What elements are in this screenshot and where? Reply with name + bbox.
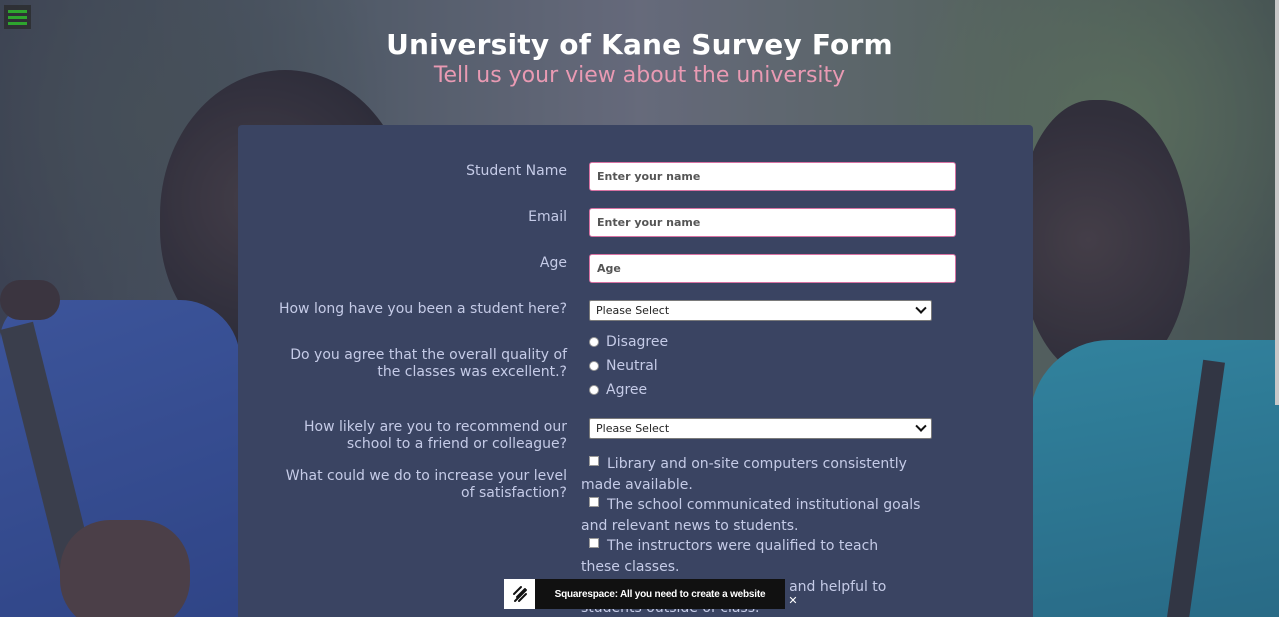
quality-label: Do you agree that the overall quality of…	[290, 347, 567, 380]
student-name-label: Student Name	[466, 163, 567, 179]
page: University of Kane Survey Form Tell us y…	[0, 0, 1279, 617]
improve-option-communication[interactable]: The school communicated institutional go…	[581, 495, 921, 537]
quality-option-disagree[interactable]: Disagree	[589, 334, 668, 350]
email-input[interactable]	[589, 208, 956, 237]
chevron-down-icon	[915, 302, 927, 314]
page-title: University of Kane Survey Form	[386, 28, 893, 61]
quality-option-label: Disagree	[606, 334, 669, 350]
student-name-input[interactable]	[589, 162, 956, 191]
improve-option-instructors[interactable]: The instructors were qualified to teach …	[581, 536, 921, 578]
recommend-label: How likely are you to recommend our scho…	[303, 419, 567, 452]
improve-label: What could we do to increase your level …	[285, 468, 567, 501]
checkbox[interactable]	[589, 456, 599, 466]
squarespace-ad-banner[interactable]: Squarespace: All you need to create a we…	[504, 579, 785, 609]
page-subtitle: Tell us your view about the university	[433, 63, 846, 88]
recommend-select[interactable]: Please Select	[589, 418, 932, 439]
squarespace-logo-icon	[504, 579, 535, 609]
age-input[interactable]	[589, 254, 956, 283]
hamburger-menu-icon[interactable]	[4, 5, 31, 29]
radio-button[interactable]	[589, 385, 599, 395]
radio-button[interactable]	[589, 361, 599, 371]
ad-text: Squarespace: All you need to create a we…	[554, 588, 766, 600]
improve-option-label: The instructors were qualified to teach …	[581, 538, 879, 575]
duration-select[interactable]: Please Select	[589, 300, 932, 321]
recommend-select-value: Please Select	[596, 422, 670, 435]
improve-option-label: Library and on-site computers consistent…	[581, 456, 907, 493]
email-label: Email	[528, 209, 567, 225]
improve-option-label: The school communicated institutional go…	[581, 497, 921, 534]
close-icon[interactable]: ✕	[787, 595, 799, 607]
checkbox[interactable]	[589, 538, 599, 548]
scrollbar[interactable]	[1275, 0, 1279, 405]
age-label: Age	[539, 255, 567, 271]
quality-option-neutral[interactable]: Neutral	[589, 358, 658, 374]
page-header: University of Kane Survey Form Tell us y…	[0, 28, 1279, 88]
survey-form: Student Name Email Age How long have you…	[238, 125, 1033, 617]
chevron-down-icon	[915, 420, 927, 432]
duration-label: How long have you been a student here?	[278, 301, 567, 317]
checkbox[interactable]	[589, 497, 599, 507]
improve-option-library[interactable]: Library and on-site computers consistent…	[581, 454, 921, 496]
radio-button[interactable]	[589, 337, 599, 347]
quality-option-label: Neutral	[606, 358, 658, 374]
quality-option-label: Agree	[606, 382, 648, 398]
quality-option-agree[interactable]: Agree	[589, 382, 647, 398]
duration-select-value: Please Select	[596, 304, 670, 317]
